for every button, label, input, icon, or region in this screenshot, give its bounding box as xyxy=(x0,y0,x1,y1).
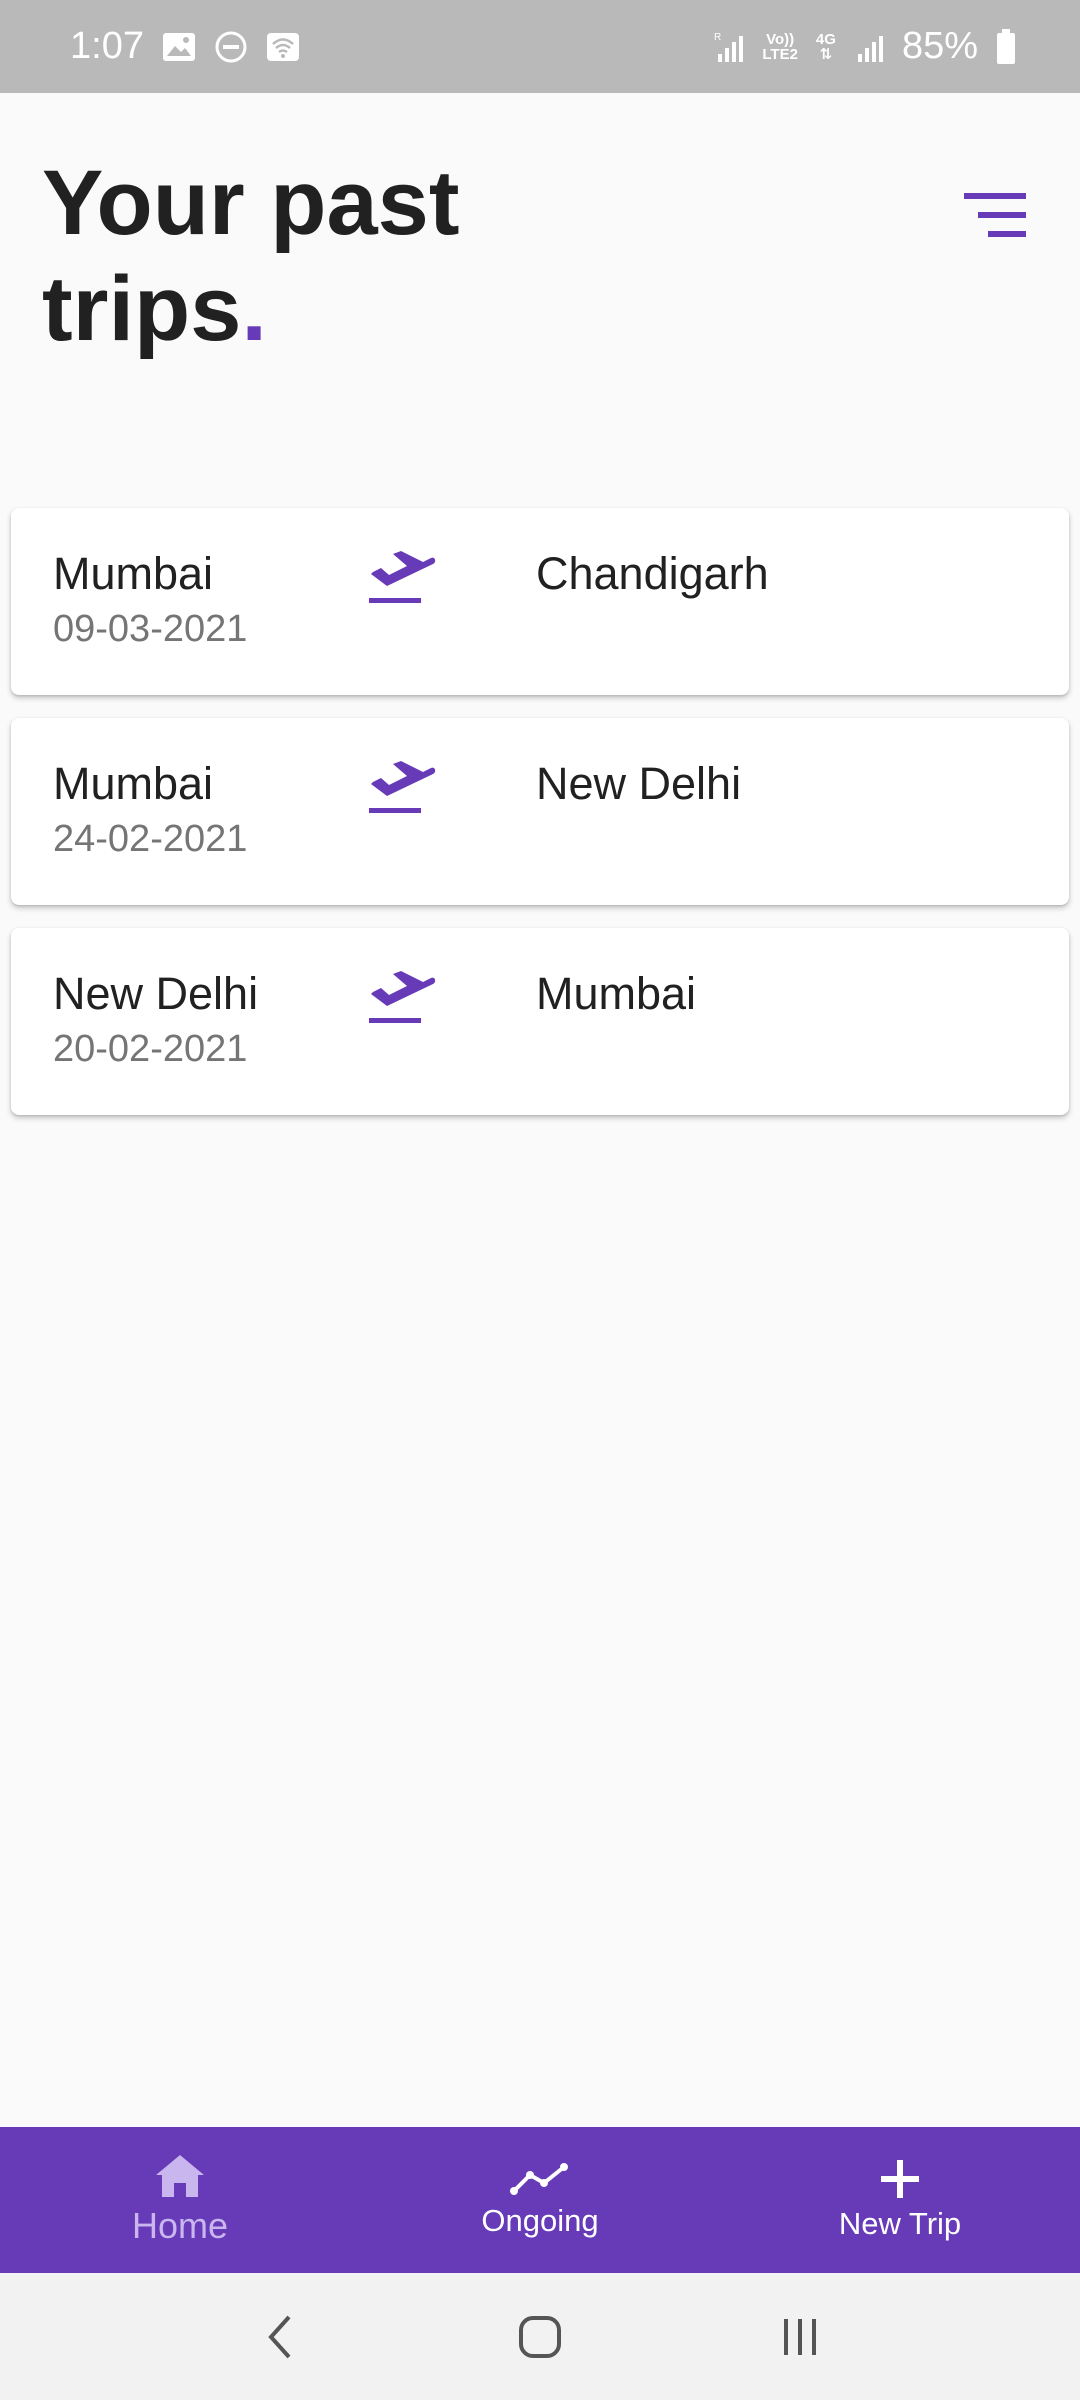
signal-icon-sim2 xyxy=(854,30,884,64)
page-title-line1: Your past xyxy=(42,152,460,254)
recents-icon xyxy=(784,2318,816,2355)
nav-ongoing[interactable]: Ongoing xyxy=(390,2161,690,2239)
trip-origin: New Delhi xyxy=(53,968,259,1019)
home-circle-icon xyxy=(519,2315,561,2358)
trip-destination: Chandigarh xyxy=(536,548,769,599)
volte-icon: Vo)) LTE2 xyxy=(762,32,798,62)
status-right: R Vo)) LTE2 4G ⇅ 85% xyxy=(714,25,1016,68)
trip-card[interactable]: Mumbai 24-02-2021 New Delhi xyxy=(11,718,1069,905)
trip-card[interactable]: Mumbai 09-03-2021 Chandigarh xyxy=(11,508,1069,695)
home-icon xyxy=(156,2155,204,2197)
trend-icon xyxy=(510,2163,568,2195)
nav-ongoing-label: Ongoing xyxy=(481,2203,599,2238)
page-title: Your past trips. xyxy=(42,150,662,362)
system-home-button[interactable] xyxy=(500,2297,580,2377)
status-left: 1:07 xyxy=(70,25,300,68)
system-recents-button[interactable] xyxy=(760,2297,840,2377)
trip-date: 24-02-2021 xyxy=(53,818,248,860)
nav-new-trip-label: New Trip xyxy=(838,2206,962,2241)
data-arrows-icon: 4G ⇅ xyxy=(815,30,836,63)
wifi-icon xyxy=(266,32,300,62)
trip-destination: New Delhi xyxy=(536,758,742,809)
trip-destination: Mumbai xyxy=(536,968,697,1019)
flight-takeoff-icon xyxy=(369,971,436,1023)
nav-home[interactable]: Home xyxy=(30,2153,330,2247)
nav-new-trip[interactable]: New Trip xyxy=(750,2158,1050,2242)
bottom-nav: Home Ongoing New Trip xyxy=(0,2127,1080,2273)
menu-icon xyxy=(964,193,1026,237)
back-icon xyxy=(268,2315,291,2358)
trip-list: Mumbai 09-03-2021 Chandigarh Mumbai 24-0… xyxy=(11,508,1069,1138)
battery-percentage: 85% xyxy=(901,25,978,67)
flight-takeoff-icon xyxy=(369,761,436,813)
status-time: 1:07 xyxy=(70,25,144,67)
trip-card[interactable]: New Delhi 20-02-2021 Mumbai xyxy=(11,928,1069,1115)
battery-icon xyxy=(996,28,1016,65)
menu-button[interactable] xyxy=(955,180,1035,250)
trip-date: 20-02-2021 xyxy=(53,1028,248,1070)
trip-date: 09-03-2021 xyxy=(53,608,248,650)
status-bar: 1:07 R Vo)) LTE2 4G ⇅ 85% xyxy=(0,0,1080,93)
nav-home-label: Home xyxy=(131,2205,229,2246)
svg-text:R: R xyxy=(714,32,721,43)
flight-takeoff-icon xyxy=(369,551,436,603)
system-nav-bar xyxy=(0,2273,1080,2400)
system-back-button[interactable] xyxy=(240,2297,320,2377)
gallery-icon xyxy=(162,32,196,62)
trip-origin: Mumbai xyxy=(53,758,214,809)
page-title-line2: trips xyxy=(42,258,242,360)
do-not-disturb-icon xyxy=(214,30,248,64)
signal-icon-sim1: R xyxy=(714,30,744,64)
page-title-dot: . xyxy=(241,258,267,360)
trip-origin: Mumbai xyxy=(53,548,214,599)
data-type-label: 4G xyxy=(815,30,836,48)
network-bottom-label: LTE2 xyxy=(762,45,798,63)
plus-icon xyxy=(881,2160,919,2198)
